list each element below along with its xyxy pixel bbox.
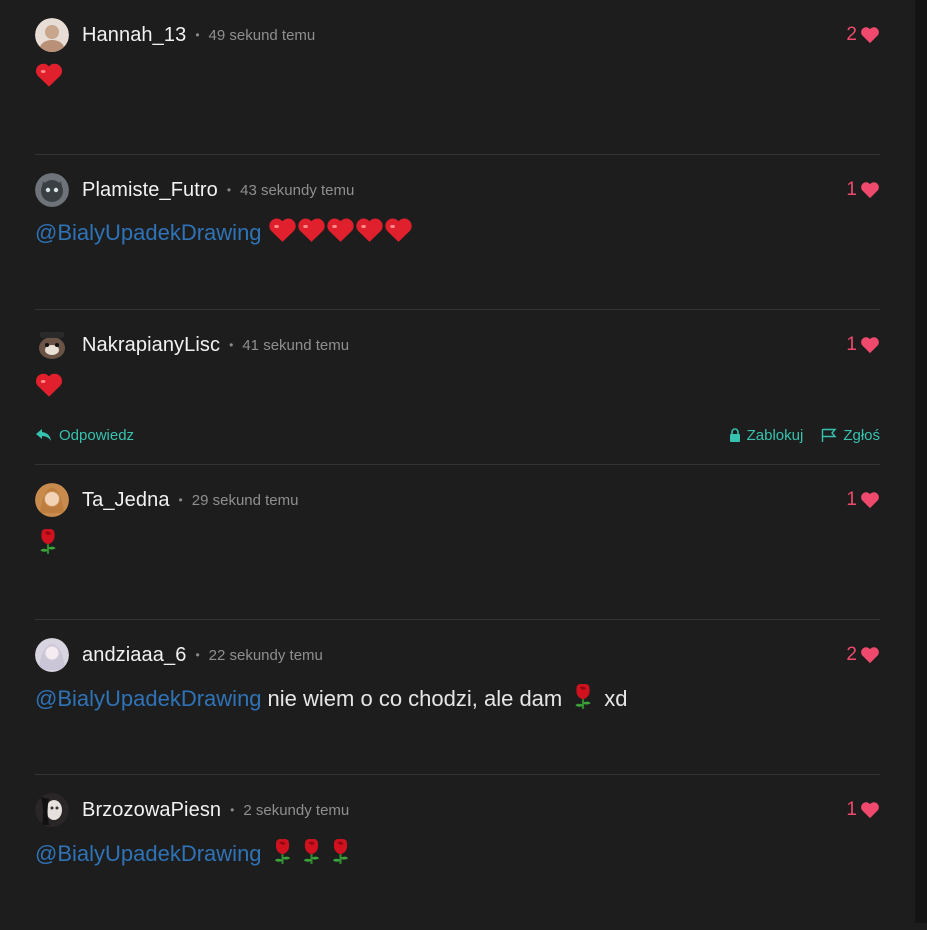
avatar[interactable] (35, 483, 69, 517)
like-count: 2 (846, 644, 857, 665)
heart-emoji-icon (35, 372, 63, 404)
separator-dot: • (178, 493, 183, 507)
heart-icon (861, 182, 879, 199)
like-button[interactable]: 2 (846, 18, 880, 52)
heart-icon (861, 337, 879, 354)
timestamp: 41 sekund temu (242, 336, 350, 354)
like-button[interactable]: 1 (846, 793, 880, 827)
like-count: 1 (846, 489, 857, 510)
timestamp: 29 sekund temu (191, 491, 299, 509)
comment-item: BrzozowaPiesn • 2 sekundy temu 1 @BialyU… (35, 775, 880, 930)
comment-body: @BialyUpadekDrawing nie wiem o co chodzi… (35, 682, 636, 716)
comment-item: Plamiste_Futro • 43 sekundy temu 1 @Bial… (35, 155, 880, 310)
like-count: 1 (846, 334, 857, 355)
block-label: Zablokuj (746, 426, 804, 444)
heart-icon (861, 492, 879, 509)
like-count: 2 (846, 24, 857, 45)
heart-icon (861, 802, 879, 819)
comment-text-suffix: xd (604, 686, 628, 711)
avatar[interactable] (35, 173, 69, 207)
timestamp: 2 sekundy temu (243, 801, 350, 819)
comment-actions: Odpowiedz Zablokuj Zgłoś (35, 424, 880, 446)
comment-list: Hannah_13 • 49 sekund temu 2 Plamiste_Fu… (35, 0, 880, 930)
comment-body (35, 372, 63, 404)
rose-emoji-icon (268, 837, 297, 871)
separator-dot: • (226, 183, 232, 197)
heart-emoji-icon (35, 62, 63, 94)
heart-emoji-icon (355, 217, 384, 249)
reply-icon (36, 429, 51, 441)
comment-text: nie wiem o co chodzi, ale dam (267, 686, 563, 711)
comment-item: Hannah_13 • 49 sekund temu 2 (35, 0, 880, 155)
mention-link[interactable]: @BialyUpadekDrawing (35, 841, 262, 867)
username[interactable]: NakrapianyLisc (82, 334, 220, 357)
heart-icon (861, 27, 879, 44)
comment-header: BrzozowaPiesn • 2 sekundy temu 1 (35, 793, 880, 827)
rose-emoji-icon (35, 527, 61, 561)
timestamp: 49 sekund temu (208, 26, 316, 44)
report-button[interactable]: Zgłoś (821, 427, 880, 444)
report-label: Zgłoś (843, 426, 880, 444)
comment-header: Hannah_13 • 49 sekund temu 2 (35, 18, 880, 52)
like-button[interactable]: 1 (846, 173, 880, 207)
heart-icon (861, 647, 879, 664)
username[interactable]: BrzozowaPiesn (82, 799, 221, 822)
avatar[interactable] (35, 793, 69, 827)
username[interactable]: Ta_Jedna (82, 489, 170, 512)
heart-emoji-icon (268, 217, 297, 249)
scroll-gutter (915, 0, 927, 923)
reply-label: Odpowiedz (59, 426, 135, 444)
like-button[interactable]: 2 (846, 638, 880, 672)
heart-emoji-icon (297, 217, 326, 249)
comment-header: NakrapianyLisc • 41 sekund temu 1 (35, 328, 880, 362)
comment-item: andziaaa_6 • 22 sekundy temu 2 @BialyUpa… (35, 620, 880, 775)
username[interactable]: andziaaa_6 (82, 644, 186, 667)
rose-emoji-icon (326, 837, 355, 871)
comment-body (35, 62, 63, 94)
comment-header: andziaaa_6 • 22 sekundy temu 2 (35, 638, 880, 672)
comment-header: Plamiste_Futro • 43 sekundy temu 1 (35, 173, 880, 207)
like-count: 1 (846, 799, 857, 820)
comment-body (35, 527, 61, 561)
heart-emoji-icon (384, 217, 413, 249)
username[interactable]: Plamiste_Futro (82, 179, 218, 202)
separator-dot: • (195, 28, 200, 42)
like-button[interactable]: 1 (846, 328, 880, 362)
separator-dot: • (230, 803, 235, 817)
mention-link[interactable]: @BialyUpadekDrawing (35, 220, 262, 246)
avatar[interactable] (35, 18, 69, 52)
username[interactable]: Hannah_13 (82, 24, 186, 47)
rose-emoji-icon (297, 837, 326, 871)
block-button[interactable]: Zablokuj (729, 426, 804, 444)
avatar[interactable] (35, 638, 69, 672)
rose-emoji-icon (570, 682, 596, 716)
heart-emoji-icon (326, 217, 355, 249)
comment-header: Ta_Jedna • 29 sekund temu 1 (35, 483, 880, 517)
mention-link[interactable]: @BialyUpadekDrawing (35, 686, 262, 712)
timestamp: 22 sekundy temu (208, 646, 323, 664)
comment-body: @BialyUpadekDrawing (35, 217, 413, 249)
flag-icon (822, 428, 837, 442)
like-button[interactable]: 1 (846, 483, 880, 517)
like-count: 1 (846, 179, 857, 200)
lock-icon (729, 428, 740, 442)
comment-body: @BialyUpadekDrawing (35, 837, 355, 871)
avatar[interactable] (35, 328, 69, 362)
timestamp: 43 sekundy temu (240, 181, 355, 199)
separator-dot: • (229, 338, 234, 352)
comment-item: Ta_Jedna • 29 sekund temu 1 (35, 465, 880, 620)
reply-button[interactable]: Odpowiedz (35, 427, 134, 444)
separator-dot: • (195, 648, 200, 662)
